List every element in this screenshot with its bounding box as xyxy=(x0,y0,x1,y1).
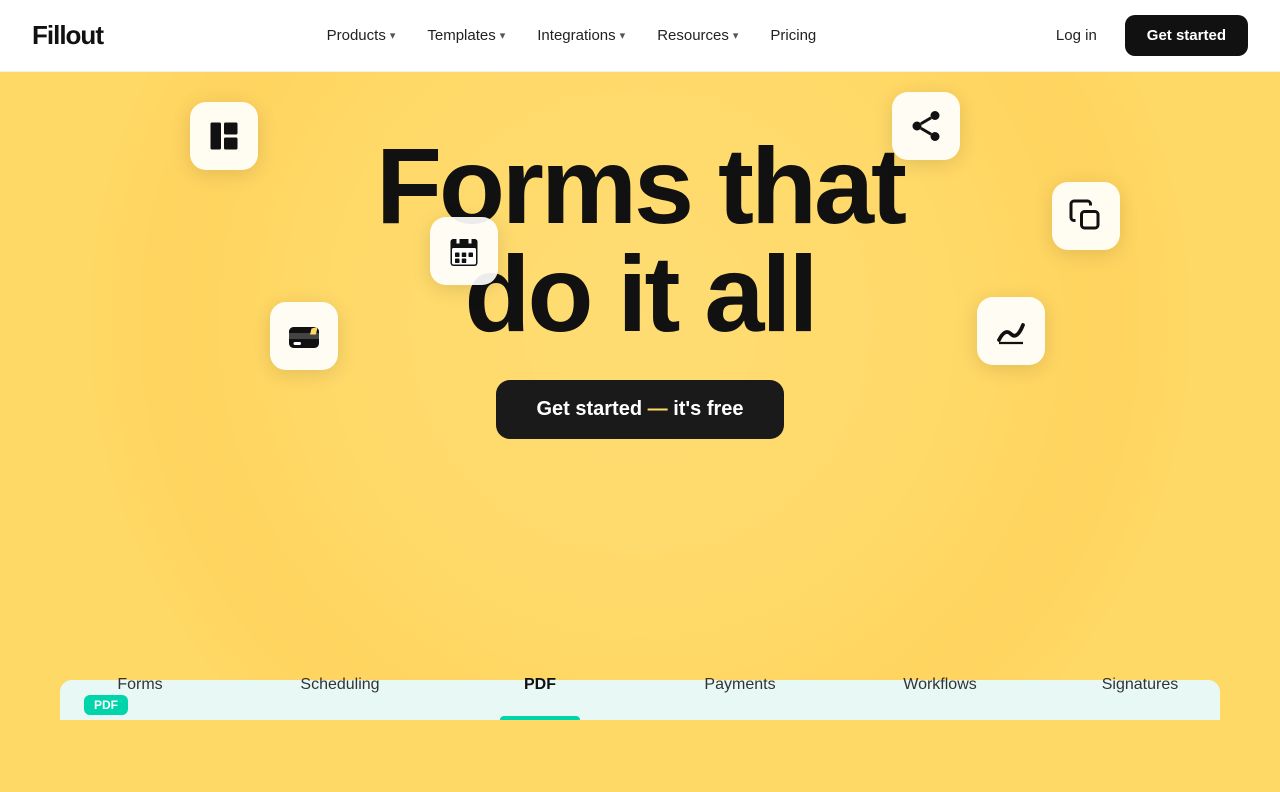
chevron-down-icon: ▾ xyxy=(620,29,626,42)
chevron-down-icon: ▾ xyxy=(733,29,739,42)
nav-products[interactable]: Products ▾ xyxy=(315,19,408,52)
nav-pricing[interactable]: Pricing xyxy=(758,19,828,52)
cta-suffix: it's free xyxy=(673,398,743,420)
logo[interactable]: Fillout xyxy=(32,20,103,51)
nav-templates[interactable]: Templates ▾ xyxy=(415,19,517,52)
tab-pdf[interactable]: PDF xyxy=(440,650,640,720)
copy-icon xyxy=(1052,182,1120,250)
nav-resources[interactable]: Resources ▾ xyxy=(645,19,750,52)
signature-icon xyxy=(977,297,1045,365)
chevron-down-icon: ▾ xyxy=(500,29,506,42)
hero-cta-button[interactable]: Get started — it's free xyxy=(496,380,783,439)
nav-actions: Log in Get started xyxy=(1040,15,1248,56)
calendar-icon xyxy=(430,217,498,285)
navbar: Fillout Products ▾ Templates ▾ Integrati… xyxy=(0,0,1280,72)
cta-dash: — xyxy=(642,398,673,420)
get-started-button[interactable]: Get started xyxy=(1125,15,1248,56)
chevron-down-icon: ▾ xyxy=(390,29,396,42)
feature-tabs: Forms Scheduling PDF Payments Workflows … xyxy=(0,650,1280,720)
payment-icon xyxy=(270,302,338,370)
tab-workflows[interactable]: Workflows xyxy=(840,650,1040,720)
tab-signatures[interactable]: Signatures xyxy=(1040,650,1240,720)
tab-scheduling[interactable]: Scheduling xyxy=(240,650,440,720)
hero-section: Forms that do it all Get started — it's … xyxy=(0,72,1280,720)
tab-active-indicator xyxy=(500,716,580,720)
share-icon xyxy=(892,92,960,160)
nav-links: Products ▾ Templates ▾ Integrations ▾ Re… xyxy=(315,19,829,52)
login-button[interactable]: Log in xyxy=(1040,19,1113,52)
nav-integrations[interactable]: Integrations ▾ xyxy=(525,19,637,52)
cta-prefix: Get started xyxy=(536,398,642,420)
tab-payments[interactable]: Payments xyxy=(640,650,840,720)
forms-icon xyxy=(190,102,258,170)
tab-forms[interactable]: Forms xyxy=(40,650,240,720)
